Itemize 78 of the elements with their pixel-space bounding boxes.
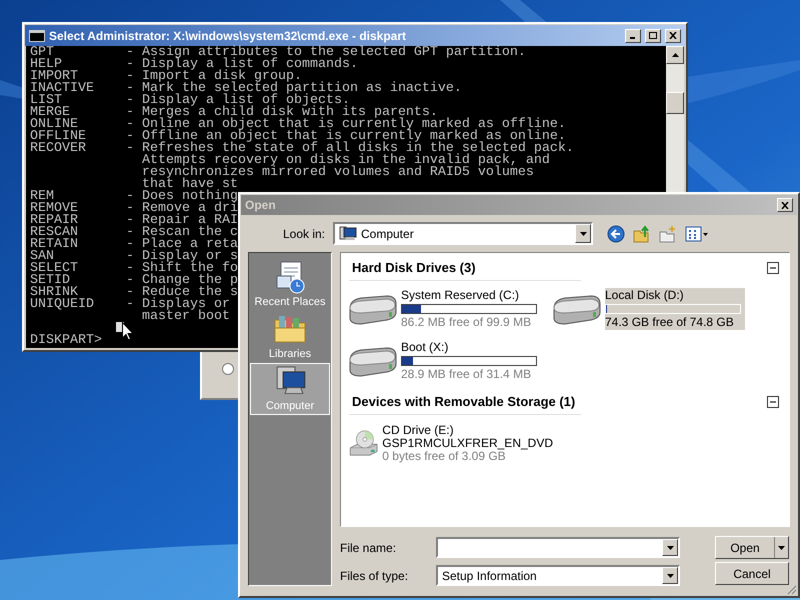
drive-name: Local Disk (D:) [605,289,685,302]
drive-item[interactable]: Local Disk (D:) 74.3 GB free of 74.8 GB [605,288,745,330]
dropdown-arrow-button[interactable] [662,539,678,556]
resize-grip-icon [786,584,797,595]
radio-button[interactable] [222,363,234,375]
free-space: 28.9 MB free of 31.4 MB [401,368,532,381]
free-space: 74.3 GB free of 74.8 GB [605,316,735,329]
close-icon [669,32,677,39]
command-name: OFFLINE [30,131,87,143]
drive-item[interactable]: System Reserved (C:) 86.2 MB free of 99.9 MB [401,288,541,330]
command-name: REMOVE [30,203,79,215]
command-name: LIST [30,95,62,107]
minimize-button[interactable] [625,28,641,42]
command-description: - Displays or [126,299,230,311]
places-item[interactable]: Libraries [250,311,330,363]
maximize-button[interactable] [645,28,661,42]
command-name: SHRINK [30,287,78,299]
command-name: SAN [30,251,54,263]
look-in-dropdown[interactable]: Computer [333,222,593,245]
up-arrow-icon [672,53,678,57]
command-name: HELP [30,59,62,71]
command-name: REM [30,191,54,203]
console-icon [29,30,45,42]
command-name: INACTIVE [30,83,95,95]
back-icon[interactable] [607,224,625,242]
window-title: Open [245,197,277,214]
drive-name: System Reserved (C:) [401,289,520,302]
drive-name: Boot (X:) [401,341,450,354]
cancel-button[interactable]: Cancel [715,562,789,585]
file-name-field[interactable] [436,537,680,558]
dropdown-arrow-button[interactable] [575,224,591,243]
dropdown-arrow-button[interactable] [662,567,678,584]
file-type-label: Files of type: [340,568,410,584]
command-name: RECOVER [30,143,87,155]
group-heading: Devices with Removable Storage (1) [352,393,576,412]
caret-icon [580,232,586,236]
command-name: ONLINE [30,119,78,131]
scroll-up-button[interactable] [666,46,684,64]
command-description: - Does nothing [126,191,238,203]
command-description: master boot [142,311,230,323]
command-name: MERGE [30,107,70,119]
command-name: GPT [30,47,54,59]
file-name-label: File name: [340,540,398,556]
group-heading: Hard Disk Drives (3) [352,259,476,278]
window-title: Select Administrator: X:\windows\system32\cmd.exe - diskpart [49,28,407,44]
close-icon [781,202,789,208]
computer-icon [339,226,357,242]
look-in-label: Look in: [282,226,326,242]
command-name: RESCAN [30,227,79,239]
view-menu-icon[interactable] [685,226,709,242]
open-button[interactable]: Open [715,536,789,559]
command-name: SETID [30,275,70,287]
caret-icon [666,546,674,550]
new-folder-icon[interactable] [659,224,677,242]
free-space: 0 bytes free of 3.09 GB [382,450,506,462]
command-description: resynchronizes mirrored volumes and RAID5 volumes [142,167,534,179]
drive-name: CD Drive (E:) [382,424,455,436]
drive-item[interactable]: Boot (X:) 28.9 MB free of 31.4 MB [401,340,541,382]
free-space: 86.2 MB free of 99.9 MB [401,316,532,329]
command-name: RETAIN [30,239,79,251]
maximize-icon [649,32,657,39]
command-name: SELECT [30,263,79,275]
caret-icon [666,574,674,578]
places-item[interactable]: Recent Places [250,259,330,311]
command-name: REPAIR [30,215,79,227]
file-type-dropdown[interactable]: Setup Information [436,565,680,586]
close-button[interactable] [665,28,681,42]
command-name: UNIQUEID [30,299,95,311]
close-button[interactable] [777,198,793,212]
collapse-icon[interactable] [767,396,779,408]
command-name: IMPORT [30,71,78,83]
caret-icon [778,546,785,550]
volume-label: GSP1RMCULXFRER_EN_DVD [382,436,553,450]
drive-item[interactable]: CD Drive (E:) GSP1RMCULXFRER_EN_DVD 0 bytes free of 3.09 GB [382,422,553,464]
collapse-icon[interactable] [767,262,779,274]
command-prompt: DISKPART> [30,335,102,347]
scroll-thumb[interactable] [666,92,684,114]
mouse-pointer-icon [122,322,134,341]
